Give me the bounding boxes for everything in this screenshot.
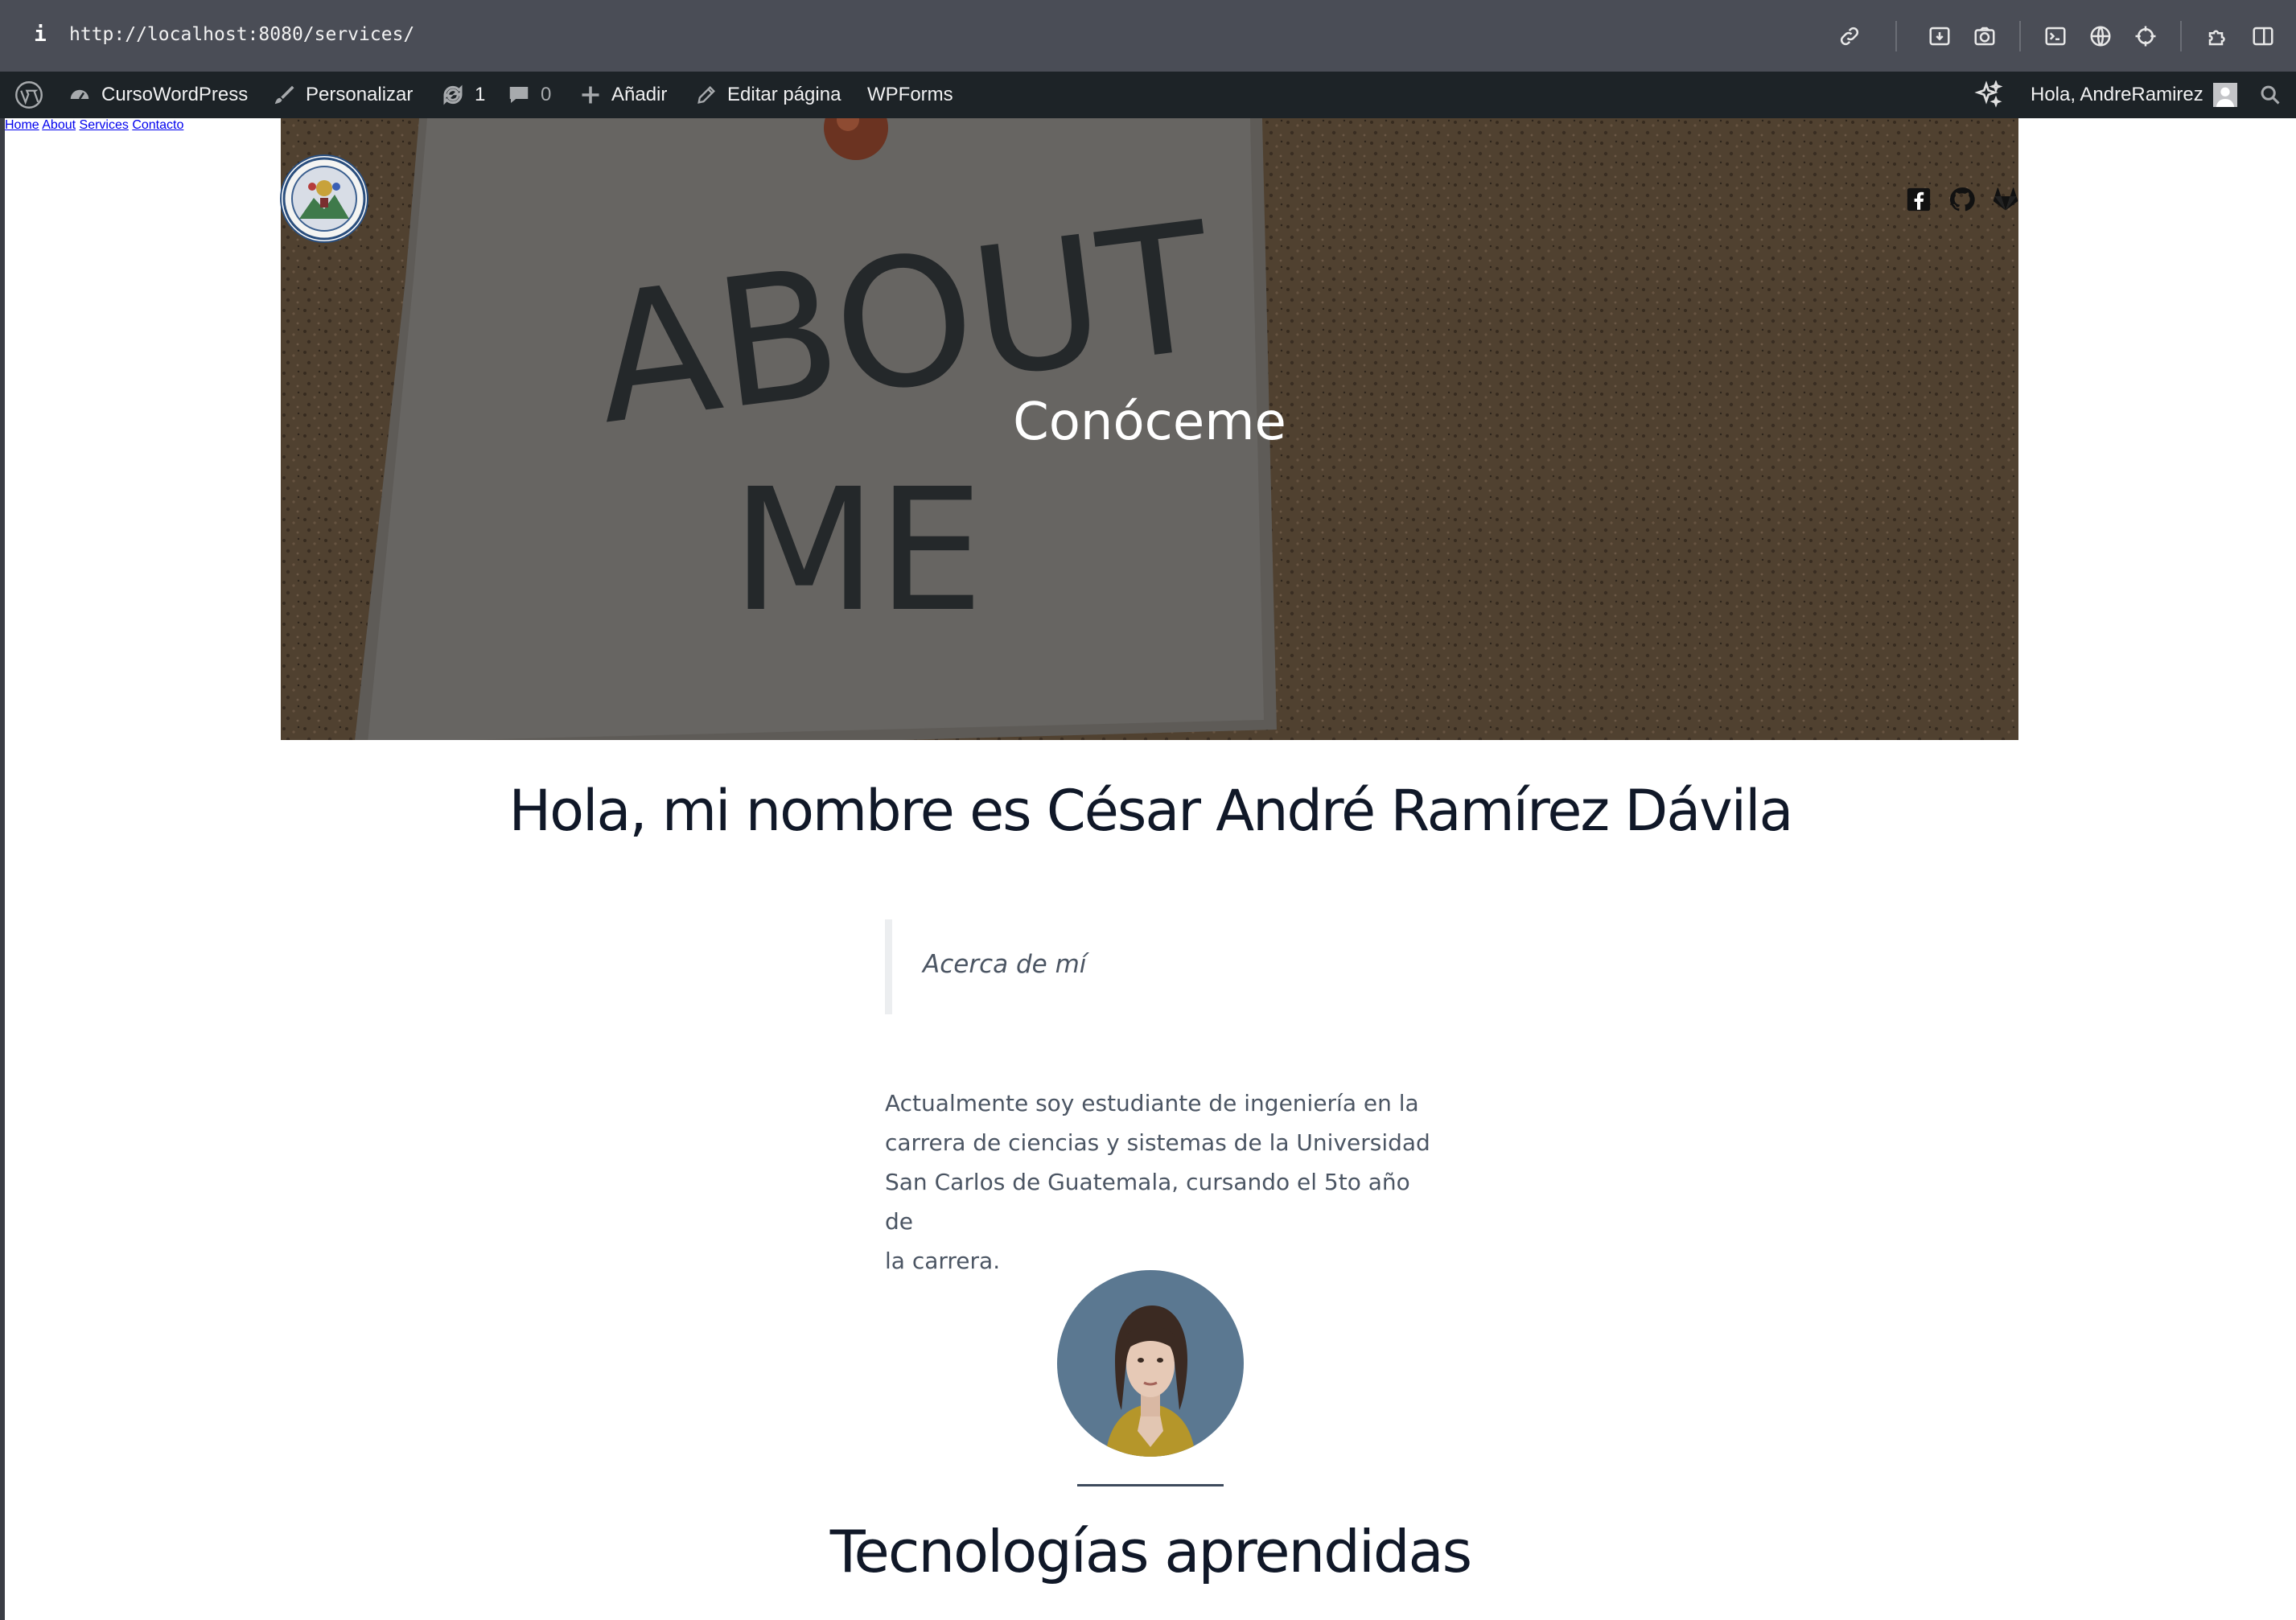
about-paragraph: Actualmente soy estudiante de ingeniería… bbox=[885, 1083, 1432, 1281]
comments-count: 0 bbox=[541, 84, 552, 105]
quote-text: Acerca de mí bbox=[923, 950, 1087, 979]
download-icon[interactable] bbox=[1928, 24, 1952, 48]
github-icon[interactable] bbox=[1948, 186, 1976, 213]
admin-updates-link[interactable]: 1 bbox=[441, 72, 485, 118]
admin-comments-link[interactable]: 0 bbox=[507, 72, 551, 118]
section-title: Tecnologías aprendidas bbox=[829, 1518, 1472, 1585]
admin-site-link[interactable]: CursoWordPress bbox=[68, 72, 248, 118]
nav-item-about[interactable]: About bbox=[42, 118, 76, 132]
paragraph-line: Actualmente soy estudiante de ingeniería… bbox=[885, 1090, 1419, 1116]
terminal-icon[interactable] bbox=[2043, 24, 2068, 48]
quote-block: Acerca de mí bbox=[885, 919, 1423, 1014]
browser-url-bar: i http://localhost:8080/services/ bbox=[0, 0, 2296, 72]
site-logo[interactable] bbox=[282, 156, 367, 241]
site-name: CursoWordPress bbox=[101, 84, 249, 105]
link-icon[interactable] bbox=[1837, 24, 1862, 48]
edit-page-label: Editar página bbox=[727, 84, 841, 105]
nav-item-home[interactable]: Home bbox=[5, 118, 39, 132]
globe-icon[interactable] bbox=[2088, 24, 2113, 48]
user-avatar-icon bbox=[2212, 83, 2237, 107]
updates-icon bbox=[443, 84, 463, 105]
crosshair-icon[interactable] bbox=[2133, 24, 2158, 48]
camera-icon[interactable] bbox=[1973, 24, 1997, 48]
facebook-icon[interactable] bbox=[1905, 186, 1932, 213]
sidebar-icon[interactable] bbox=[2251, 24, 2275, 48]
plus-icon bbox=[582, 86, 599, 104]
admin-edit-page-link[interactable]: Editar página bbox=[695, 72, 841, 118]
admin-wpforms-link[interactable]: WPForms bbox=[867, 72, 953, 118]
dashboard-icon bbox=[70, 89, 89, 100]
nav-item-contacto[interactable]: Contacto bbox=[132, 118, 183, 132]
site-info-icon[interactable]: i bbox=[31, 23, 50, 48]
wpforms-label: WPForms bbox=[867, 84, 953, 105]
url-field[interactable]: http://localhost:8080/services/ bbox=[69, 24, 414, 45]
profile-avatar bbox=[1057, 1270, 1244, 1457]
paragraph-line: la carrera. bbox=[885, 1248, 1001, 1274]
paragraph-line: San Carlos de Guatemala, cursando el 5to… bbox=[885, 1169, 1410, 1235]
sparkle-icon[interactable] bbox=[1974, 72, 2003, 118]
admin-account-menu[interactable]: Hola, AndreRamirez bbox=[2031, 72, 2237, 118]
customize-label: Personalizar bbox=[306, 84, 414, 105]
section-divider bbox=[1077, 1484, 1224, 1486]
gitlab-icon[interactable] bbox=[1992, 186, 2019, 213]
comment-icon bbox=[509, 87, 529, 103]
paragraph-line: carrera de ciencias y sistemas de la Uni… bbox=[885, 1129, 1430, 1156]
wordpress-logo-icon[interactable] bbox=[14, 72, 43, 118]
search-icon[interactable] bbox=[2259, 72, 2282, 118]
hero-cover: ABOUT ME Conóceme bbox=[281, 118, 2018, 740]
add-new-label: Añadir bbox=[611, 84, 668, 105]
page-heading: Hola, mi nombre es César André Ramírez D… bbox=[508, 778, 1794, 844]
admin-add-new-link[interactable]: Añadir bbox=[579, 72, 667, 118]
nav-item-services[interactable]: Services bbox=[80, 118, 129, 132]
page-content: ABOUT ME Conóceme Home About Services Co… bbox=[5, 118, 2296, 1620]
extension-icon[interactable] bbox=[2206, 24, 2230, 48]
hero-title: Conóceme bbox=[1013, 393, 1286, 452]
brush-icon bbox=[274, 85, 294, 105]
pencil-icon bbox=[697, 86, 715, 104]
updates-count: 1 bbox=[475, 84, 486, 105]
admin-customize-link[interactable]: Personalizar bbox=[272, 72, 413, 118]
wp-admin-bar: CursoWordPress Personalizar 1 0 Añadir E… bbox=[0, 72, 2296, 118]
greeting-label: Hola, AndreRamirez bbox=[2031, 84, 2203, 105]
